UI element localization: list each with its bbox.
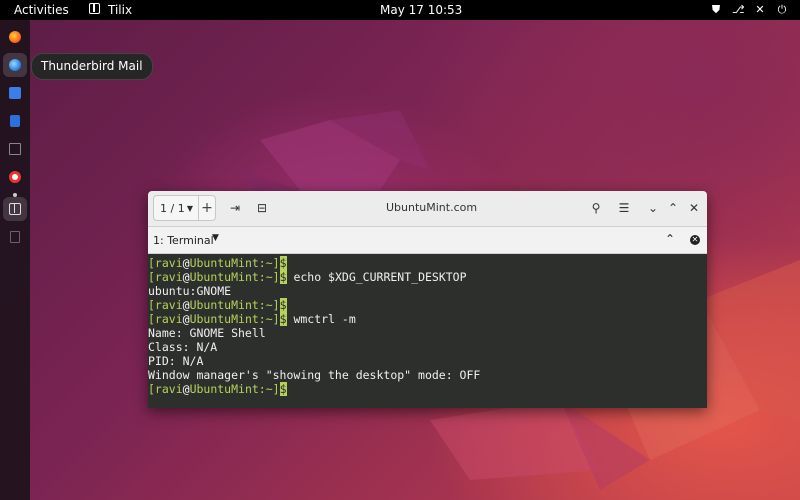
terminal-output-line: ubuntu:GNOME xyxy=(148,284,232,298)
tilix-icon xyxy=(9,203,21,215)
prompt-user: [ravi xyxy=(148,312,183,326)
maximize-icon[interactable]: ⌃ xyxy=(666,201,680,215)
prompt-host: UbuntuMint:~] xyxy=(189,298,280,312)
prompt-symbol: $ xyxy=(279,312,287,326)
header-bar: 1 / 1 ▼ + ⇥ ⊟ UbuntuMint.com ⚲ ☰ ⌄ ⌃ ✕ xyxy=(148,191,707,227)
add-session-button[interactable]: + xyxy=(199,195,216,221)
search-icon[interactable]: ⚲ xyxy=(589,201,603,215)
terminal-prompt-line: [ravi@UbuntuMint:~]$ wmctrl -m xyxy=(148,312,356,326)
prompt-symbol: $ xyxy=(279,298,287,312)
trash-icon xyxy=(10,231,20,243)
terminal-prompt-line: [ravi@UbuntuMint:~]$ xyxy=(148,256,287,270)
top-bar: Activities Tilix May 17 10:53 ⛊ ⎇ ✕ ⏻ xyxy=(0,0,800,20)
close-terminal-icon[interactable]: ✕ xyxy=(690,235,700,245)
prompt-host: UbuntuMint:~] xyxy=(189,312,280,326)
files-icon xyxy=(9,87,21,99)
clock[interactable]: May 17 10:53 xyxy=(380,3,462,17)
prompt-at: @ xyxy=(182,270,190,284)
power-icon[interactable]: ⏻ xyxy=(776,3,788,17)
prompt-host: UbuntuMint:~] xyxy=(189,382,280,396)
terminal-output[interactable]: [ravi@UbuntuMint:~]$ [ravi@UbuntuMint:~]$… xyxy=(148,254,707,408)
prompt-at: @ xyxy=(182,382,190,396)
terminal-prompt-line: [ravi@UbuntuMint:~]$ echo $XDG_CURRENT_D… xyxy=(148,270,467,284)
chevron-down-icon[interactable]: ▼ xyxy=(212,233,219,243)
dock-item-writer[interactable] xyxy=(3,109,27,133)
prompt-at: @ xyxy=(182,298,190,312)
prompt-user: [ravi xyxy=(148,256,183,270)
prompt-symbol: $ xyxy=(279,382,287,396)
dock-item-files[interactable] xyxy=(3,81,27,105)
hamburger-menu-icon[interactable]: ☰ xyxy=(617,201,631,215)
dock-item-tilix[interactable] xyxy=(3,197,27,221)
prompt-host: UbuntuMint:~] xyxy=(189,256,280,270)
shield-icon[interactable]: ⛊ xyxy=(710,3,722,17)
split-down-icon[interactable]: ⊟ xyxy=(255,201,269,215)
prompt-user: [ravi xyxy=(148,298,183,312)
terminal-title-bar: 1: Terminal ▼ ⌃ ✕ xyxy=(148,227,707,254)
terminal-tab-label[interactable]: 1: Terminal xyxy=(153,234,214,247)
terminal-output-line: Window manager's "showing the desktop" m… xyxy=(148,368,481,382)
dock-item-thunderbird[interactable] xyxy=(3,53,27,77)
dock-item-help[interactable] xyxy=(3,165,27,189)
window-title: UbuntuMint.com xyxy=(386,201,478,214)
dock-tooltip: Thunderbird Mail xyxy=(31,53,153,80)
terminal-output-line: Name: GNOME Shell xyxy=(148,326,266,340)
dock-item-trash[interactable] xyxy=(3,225,27,249)
document-icon xyxy=(10,115,20,127)
network-icon[interactable]: ⎇ xyxy=(732,3,745,17)
prompt-at: @ xyxy=(182,312,190,326)
activities-button[interactable]: Activities xyxy=(14,3,69,17)
terminal-prompt-line: [ravi@UbuntuMint:~]$ xyxy=(148,382,287,396)
close-icon[interactable]: ✕ xyxy=(687,201,701,215)
muted-volume-icon[interactable]: ✕ xyxy=(754,3,766,17)
dock-item-book[interactable] xyxy=(3,137,27,161)
system-tray[interactable]: ⛊ ⎇ ✕ ⏻ xyxy=(710,3,788,17)
terminal-output-line: PID: N/A xyxy=(148,354,204,368)
tilix-window: 1 / 1 ▼ + ⇥ ⊟ UbuntuMint.com ⚲ ☰ ⌄ ⌃ ✕ 1… xyxy=(148,191,707,408)
prompt-user: [ravi xyxy=(148,270,183,284)
session-switcher-button[interactable]: 1 / 1 ▼ xyxy=(153,195,199,221)
minimize-icon[interactable]: ⌄ xyxy=(646,201,660,215)
dock xyxy=(0,20,30,500)
prompt-symbol: $ xyxy=(279,270,287,284)
prompt-user: [ravi xyxy=(148,382,183,396)
tilix-app-icon xyxy=(89,3,100,14)
terminal-command: echo $XDG_CURRENT_DESKTOP xyxy=(286,270,467,284)
chevron-down-icon: ▼ xyxy=(186,204,193,213)
thunderbird-icon xyxy=(9,59,21,71)
terminal-output-line: Class: N/A xyxy=(148,340,218,354)
prompt-host: UbuntuMint:~] xyxy=(189,270,280,284)
help-lifebuoy-icon xyxy=(9,171,21,183)
prompt-at: @ xyxy=(182,256,190,270)
app-menu[interactable]: Tilix xyxy=(108,3,132,17)
terminal-prompt-line: [ravi@UbuntuMint:~]$ xyxy=(148,298,287,312)
prompt-symbol: $ xyxy=(279,256,287,270)
dock-item-firefox[interactable] xyxy=(3,25,27,49)
firefox-icon xyxy=(9,31,21,43)
session-label: 1 / 1 xyxy=(160,202,185,215)
book-icon xyxy=(9,143,21,155)
split-right-icon[interactable]: ⇥ xyxy=(228,201,242,215)
maximize-terminal-icon[interactable]: ⌃ xyxy=(665,232,675,246)
terminal-command: wmctrl -m xyxy=(286,312,356,326)
